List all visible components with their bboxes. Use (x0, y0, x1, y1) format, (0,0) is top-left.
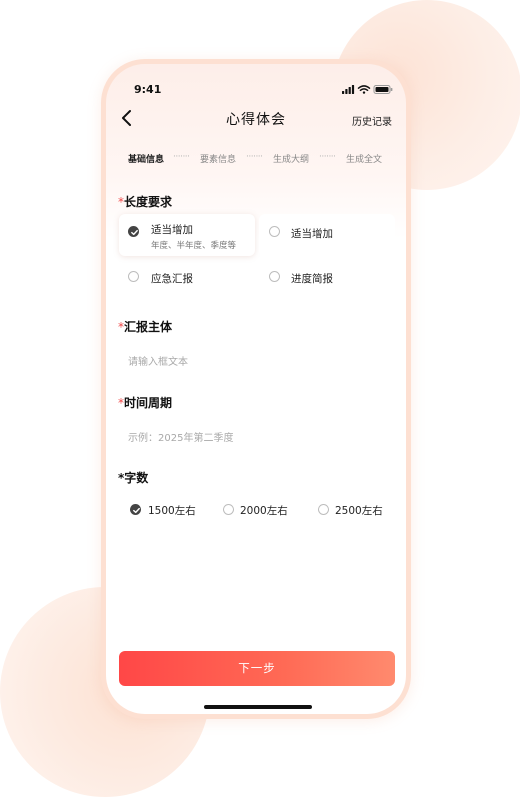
history-link[interactable]: 历史记录 (352, 113, 392, 128)
phone-frame: 9:41 心得体会 历史记录 基础信息 ······· 要素信息 ·······… (101, 59, 411, 719)
step-separator: ······· (319, 152, 336, 162)
check-icon (131, 229, 138, 236)
length-option-increase-2[interactable]: 适当增加 (259, 214, 395, 256)
length-section-label: *长度要求 (118, 193, 172, 210)
radio-unchecked (128, 271, 139, 282)
radio-unchecked (223, 504, 234, 515)
next-button[interactable]: 下一步 (119, 651, 395, 686)
wordcount-label-text: 字数 (124, 471, 149, 485)
wordcount-option-2500[interactable]: 2500左右 (318, 500, 398, 518)
step-basic-info[interactable]: 基础信息 (128, 152, 164, 165)
period-label-text: 时间周期 (124, 396, 173, 410)
length-option-progress[interactable]: 进度简报 (259, 264, 395, 294)
check-icon (133, 507, 140, 514)
period-section-label: *时间周期 (118, 394, 172, 411)
status-icons (342, 81, 394, 94)
phone-screen: 9:41 心得体会 历史记录 基础信息 ······· 要素信息 ·······… (106, 64, 406, 714)
step-separator: ······· (173, 152, 190, 162)
length-option-emergency[interactable]: 应急汇报 (119, 264, 255, 294)
signal-icon (342, 85, 355, 94)
step-separator: ······· (246, 152, 263, 162)
radio-unchecked (318, 504, 329, 515)
radio-unchecked (269, 271, 280, 282)
subject-label-text: 汇报主体 (124, 320, 173, 334)
radio-checked (128, 226, 139, 237)
option-label: 进度简报 (291, 273, 333, 285)
radio-checked (130, 504, 141, 515)
option-label: 2500左右 (335, 505, 383, 517)
option-label: 适当增加 (151, 224, 193, 236)
wifi-icon (357, 85, 371, 94)
step-elements[interactable]: 要素信息 (200, 152, 236, 165)
subject-section-label: *汇报主体 (118, 318, 172, 335)
home-indicator (204, 705, 312, 709)
option-sublabel: 年度、半年度、季度等 (151, 241, 237, 251)
radio-unchecked (269, 226, 280, 237)
option-label: 适当增加 (291, 228, 333, 240)
length-option-increase[interactable]: 适当增加 年度、半年度、季度等 (119, 214, 255, 256)
option-label: 应急汇报 (151, 273, 193, 285)
wordcount-option-2000[interactable]: 2000左右 (223, 500, 303, 518)
length-label-text: 长度要求 (124, 195, 173, 209)
option-label: 1500左右 (148, 505, 196, 517)
period-input[interactable]: 示例：2025年第二季度 (128, 429, 388, 444)
wordcount-option-1500[interactable]: 1500左右 (130, 500, 210, 518)
battery-icon (373, 85, 393, 94)
status-time: 9:41 (134, 83, 162, 96)
progress-stepper: 基础信息 ······· 要素信息 ······· 生成大纲 ······· 生… (106, 152, 406, 166)
option-label: 2000左右 (240, 505, 288, 517)
subject-input[interactable]: 请输入框文本 (128, 353, 388, 368)
step-fulltext[interactable]: 生成全文 (346, 152, 382, 165)
wordcount-section-label: *字数 (118, 469, 148, 486)
step-outline[interactable]: 生成大纲 (273, 152, 309, 165)
